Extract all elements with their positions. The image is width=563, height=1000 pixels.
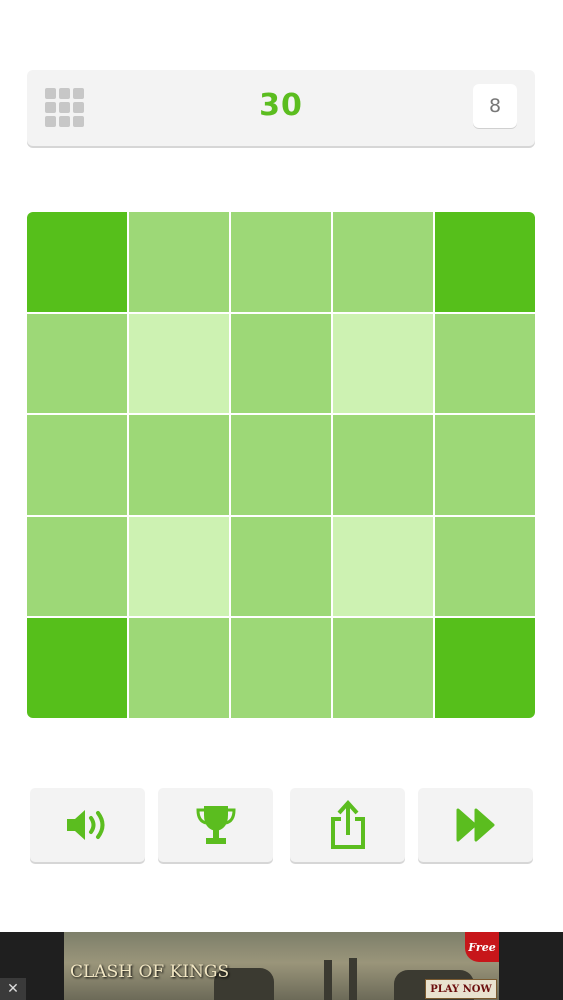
skip-button[interactable] [418,788,533,862]
grid-cell-3-1[interactable] [129,516,229,617]
leaderboard-button[interactable] [158,788,273,862]
control-bar [30,788,533,864]
grid-cell-3-0[interactable] [27,516,127,617]
grid-cell-4-3[interactable] [333,618,433,718]
ad-banner-container: ✕ CLASH OF KINGS Free PLAY NOW [0,932,563,1000]
grid-cell-2-3[interactable] [333,415,433,515]
color-grid [27,212,535,718]
ad-close-button[interactable]: ✕ [0,978,26,1000]
grid-cell-4-2[interactable] [231,618,331,718]
share-icon [330,800,365,849]
grid-cell-1-2[interactable] [231,313,331,414]
grid-cell-1-1[interactable] [129,313,229,414]
speaker-icon [66,810,104,840]
level-badge: 8 [473,84,517,128]
share-button[interactable] [290,788,405,862]
grid-cell-0-0[interactable] [27,212,127,312]
grid-cell-3-4[interactable] [435,516,535,617]
grid-cell-3-2[interactable] [231,516,331,617]
grid-cell-2-0[interactable] [27,415,127,515]
grid-cell-0-3[interactable] [333,212,433,312]
sound-button[interactable] [30,788,145,862]
grid-cell-4-1[interactable] [129,618,229,718]
ad-soldier-graphic [324,960,332,1000]
grid-cell-0-4[interactable] [435,212,535,312]
trophy-icon [195,806,236,844]
grid-cell-0-1[interactable] [129,212,229,312]
score: 30 [259,88,303,123]
ad-play-now-button[interactable]: PLAY NOW [425,979,497,999]
grid-cell-2-4[interactable] [435,415,535,515]
top-bar: 30 8 [27,70,535,146]
grid-cell-0-2[interactable] [231,212,331,312]
grid-cell-1-0[interactable] [27,313,127,414]
ad-banner[interactable]: CLASH OF KINGS Free PLAY NOW [64,932,499,1000]
ad-soldier-graphic [349,958,357,1000]
grid-cell-4-4[interactable] [435,618,535,718]
grid-cell-4-0[interactable] [27,618,127,718]
grid-cell-1-4[interactable] [435,313,535,414]
ad-free-badge: Free [465,932,499,962]
grid-cell-2-1[interactable] [129,415,229,515]
grid-cell-2-2[interactable] [231,415,331,515]
grid-cell-3-3[interactable] [333,516,433,617]
fast-forward-icon [456,808,494,842]
grid-cell-1-3[interactable] [333,313,433,414]
ad-title: CLASH OF KINGS [70,962,230,982]
